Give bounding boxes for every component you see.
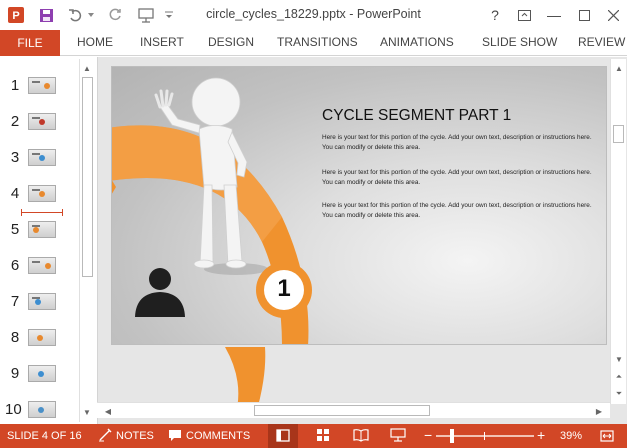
tab-slide-show[interactable]: SLIDE SHOW xyxy=(482,35,557,49)
slide-counter: SLIDE 4 OF 16 xyxy=(7,430,82,442)
redo-icon[interactable] xyxy=(106,4,124,26)
slide-vertical-scrollbar[interactable]: ▲ ▼ ⏶ ⏷ xyxy=(610,59,626,404)
comments-icon[interactable] xyxy=(168,428,184,444)
thumbnail-image xyxy=(28,329,56,346)
slide-thumbnail[interactable]: 3 xyxy=(0,145,80,175)
zoom-out-button[interactable]: − xyxy=(424,427,432,443)
slide-thumbnail[interactable]: 5 xyxy=(0,217,80,247)
slide-thumbnail[interactable]: 8 xyxy=(0,325,80,355)
powerpoint-logo-icon[interactable]: P xyxy=(6,4,26,26)
slide-number: 2 xyxy=(10,113,20,130)
slide-paragraph[interactable]: Here is your text for this portion of th… xyxy=(322,168,592,187)
svg-text:P: P xyxy=(12,10,19,22)
close-icon[interactable] xyxy=(603,5,623,25)
thumbnail-image xyxy=(28,257,56,274)
slide-thumbnail[interactable]: 9 xyxy=(0,361,80,391)
tab-review[interactable]: REVIEW xyxy=(578,35,625,49)
reading-view-icon[interactable] xyxy=(353,428,369,444)
title-bar: P circle_cycles_18229.pptx - PowerPoint … xyxy=(0,0,627,30)
slide-canvas[interactable]: 1 CYCLE SEGMENT PART 1 Here is your text… xyxy=(111,66,607,345)
horizontal-scrollbar[interactable]: ◀ ▶ xyxy=(97,402,610,418)
slide-paragraph[interactable]: Here is your text for this portion of th… xyxy=(322,201,592,220)
previous-slide-icon[interactable]: ⏶ xyxy=(612,370,626,384)
scrollbar-thumb[interactable] xyxy=(254,405,430,416)
slide-thumbnail[interactable]: 6 xyxy=(0,253,80,283)
tab-animations[interactable]: ANIMATIONS xyxy=(380,35,454,49)
scroll-down-icon[interactable]: ▼ xyxy=(80,405,94,419)
scrollbar-thumb[interactable] xyxy=(82,77,93,277)
thumbnail-scrollbar[interactable]: ▲ ▼ xyxy=(79,59,94,422)
slide-title[interactable]: CYCLE SEGMENT PART 1 xyxy=(322,107,511,125)
scroll-up-icon[interactable]: ▲ xyxy=(80,61,94,75)
ribbon-tab-bar: FILE HOME INSERT DESIGN TRANSITIONS ANIM… xyxy=(0,30,627,56)
thumbnail-image xyxy=(28,365,56,382)
zoom-level[interactable]: 39% xyxy=(560,430,582,442)
tab-transitions[interactable]: TRANSITIONS xyxy=(277,35,358,49)
slide-thumbnail[interactable]: 1 xyxy=(0,73,80,103)
slide-editing-pane: 1 CYCLE SEGMENT PART 1 Here is your text… xyxy=(97,57,627,424)
zoom-in-button[interactable]: + xyxy=(537,427,545,443)
scroll-right-icon[interactable]: ▶ xyxy=(592,404,606,418)
scroll-left-icon[interactable]: ◀ xyxy=(101,404,115,418)
tab-file[interactable]: FILE xyxy=(0,30,60,56)
thumbnail-image xyxy=(28,293,56,310)
insertion-marker xyxy=(21,209,63,216)
fit-slide-to-window-icon[interactable] xyxy=(599,428,615,444)
slide-sorter-icon[interactable] xyxy=(316,428,332,444)
save-icon[interactable] xyxy=(36,4,56,26)
slide-number: 1 xyxy=(10,77,20,94)
help-button[interactable]: ? xyxy=(485,5,505,25)
status-bar: SLIDE 4 OF 16 NOTES COMMENTS − + 39% xyxy=(0,424,627,448)
tab-home[interactable]: HOME xyxy=(77,35,113,49)
slide-thumbnail[interactable]: 7 xyxy=(0,289,80,319)
scroll-up-icon[interactable]: ▲ xyxy=(612,61,626,75)
slide-number: 8 xyxy=(10,329,20,346)
comments-button[interactable]: COMMENTS xyxy=(186,430,250,442)
next-slide-icon[interactable]: ⏷ xyxy=(612,387,626,401)
tab-insert[interactable]: INSERT xyxy=(140,35,184,49)
thumbnail-image xyxy=(28,401,56,418)
zoom-slider[interactable] xyxy=(436,429,534,443)
minimize-button[interactable]: — xyxy=(544,5,564,25)
thumbnail-image xyxy=(28,185,56,202)
slide-thumbnail-selected[interactable]: 4 xyxy=(0,181,80,211)
zoom-slider-center-mark xyxy=(484,432,485,440)
scrollbar-thumb[interactable] xyxy=(613,125,624,143)
tab-design[interactable]: DESIGN xyxy=(208,35,254,49)
slide-thumbnail[interactable]: 2 xyxy=(0,109,80,139)
slide-thumbnail-pane: 1 2 3 4 5 6 7 8 9 10 ▲ ▼ xyxy=(0,57,96,424)
normal-view-icon[interactable] xyxy=(268,424,298,448)
undo-icon[interactable] xyxy=(66,4,84,26)
slide-number: 6 xyxy=(10,257,20,274)
notes-icon[interactable] xyxy=(98,428,114,444)
slide-thumbnail[interactable]: 10 xyxy=(0,397,80,427)
slide-number: 10 xyxy=(5,401,22,418)
notes-button[interactable]: NOTES xyxy=(116,430,154,442)
slide-number: 7 xyxy=(10,293,20,310)
slide-number: 9 xyxy=(10,365,20,382)
start-from-beginning-icon[interactable] xyxy=(136,4,156,26)
person-icon xyxy=(135,268,185,317)
ribbon-display-options-icon[interactable] xyxy=(514,5,534,25)
slide-number: 4 xyxy=(10,185,20,202)
undo-dropdown-icon[interactable] xyxy=(86,4,96,26)
slide-paragraph[interactable]: Here is your text for this portion of th… xyxy=(322,133,592,152)
thumbnail-image xyxy=(28,77,56,94)
powerpoint-window: P circle_cycles_18229.pptx - PowerPoint … xyxy=(0,0,627,448)
thumbnail-image xyxy=(28,221,56,238)
zoom-slider-handle[interactable] xyxy=(450,429,454,443)
customize-toolbar-icon[interactable] xyxy=(162,4,176,26)
thumbnail-image xyxy=(28,149,56,166)
slide-number: 5 xyxy=(10,221,20,238)
slide-show-icon[interactable] xyxy=(390,428,406,444)
badge-number: 1 xyxy=(277,275,291,302)
thumbnail-image xyxy=(28,113,56,130)
slide-number: 3 xyxy=(10,149,20,166)
scroll-down-icon[interactable]: ▼ xyxy=(612,352,626,366)
maximize-icon[interactable] xyxy=(574,5,594,25)
